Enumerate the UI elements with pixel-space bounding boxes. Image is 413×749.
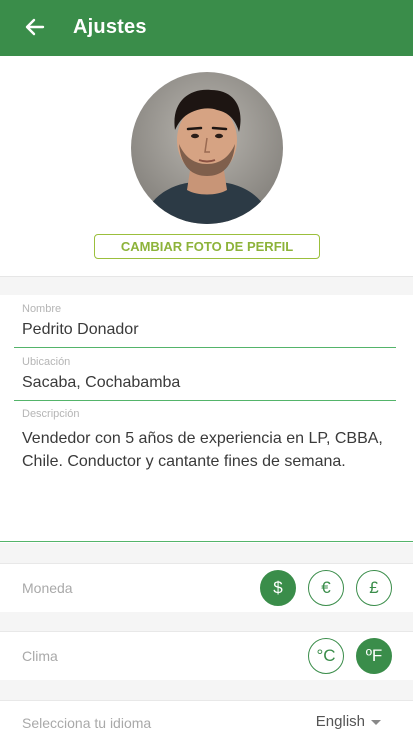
description-label: Descripción (22, 408, 80, 420)
currency-dollar-button[interactable]: $ (260, 570, 296, 606)
arrow-left-icon (25, 18, 45, 36)
app-header: Ajustes (0, 0, 413, 56)
fahrenheit-button[interactable]: ºF (356, 638, 392, 674)
language-value: English (315, 713, 365, 730)
language-label: Selecciona tu idioma (22, 715, 152, 731)
page-title: Ajustes (73, 16, 147, 38)
currency-pound-button[interactable]: £ (356, 570, 392, 606)
section-divider (0, 612, 413, 631)
section-divider (0, 543, 413, 563)
location-field[interactable]: Sacaba, Cochabamba (22, 374, 180, 392)
avatar (131, 72, 283, 224)
profile-form: Nombre Pedrito Donador Ubicación Sacaba,… (0, 295, 413, 543)
name-label: Nombre (22, 303, 62, 315)
description-field[interactable]: Vendedor con 5 años de experiencia en LP… (22, 427, 394, 473)
location-label: Ubicación (22, 356, 71, 368)
climate-label: Clima (22, 648, 58, 664)
name-field[interactable]: Pedrito Donador (22, 321, 139, 339)
section-divider (0, 680, 413, 700)
climate-row: Clima °C ºF (0, 631, 413, 681)
location-underline (14, 400, 396, 401)
language-select[interactable]: English (316, 713, 381, 730)
currency-label: Moneda (22, 580, 73, 596)
profile-photo-section: CAMBIAR FOTO DE PERFIL (0, 56, 413, 276)
language-row: Selecciona tu idioma English (0, 700, 413, 749)
celsius-button[interactable]: °C (308, 638, 344, 674)
back-button[interactable] (22, 14, 48, 40)
name-underline (14, 347, 396, 348)
section-divider (0, 276, 413, 295)
currency-euro-button[interactable]: € (308, 570, 344, 606)
caret-down-icon (371, 720, 381, 725)
description-underline (0, 541, 413, 542)
change-photo-button[interactable]: CAMBIAR FOTO DE PERFIL (94, 234, 320, 259)
currency-row: Moneda $ € £ (0, 563, 413, 613)
